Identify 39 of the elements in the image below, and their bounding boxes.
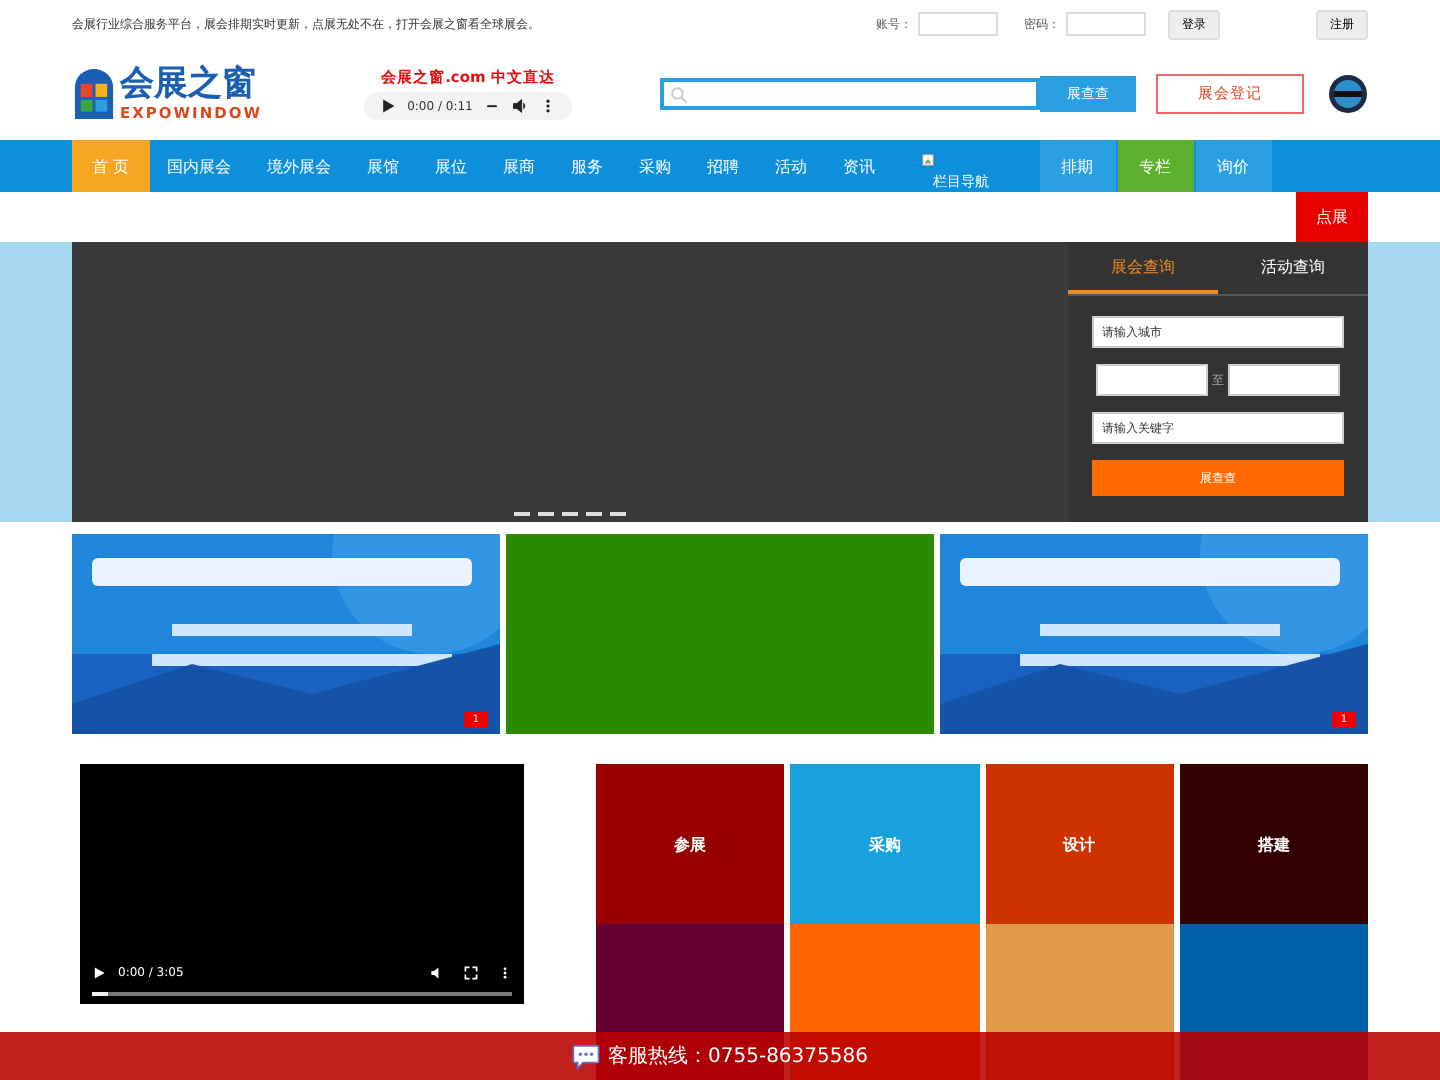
nav-item[interactable]: 活动 (757, 140, 826, 192)
nav-item[interactable]: 境外展会 (249, 140, 350, 192)
broken-image-icon (921, 154, 934, 166)
nav-item[interactable]: 采购 (621, 140, 690, 192)
logo-title: 会展之窗 (120, 66, 258, 104)
nav-item[interactable]: 国内展会 (149, 140, 250, 192)
search-field[interactable] (660, 78, 1040, 110)
volume-icon[interactable] (430, 966, 444, 980)
account-field[interactable] (918, 12, 998, 36)
search-tab[interactable]: 展会查询 (1068, 242, 1218, 294)
nav-item[interactable]: 首 页 (72, 140, 150, 192)
category-tile[interactable]: 搭建 (1179, 764, 1368, 924)
start-date-field[interactable] (1096, 364, 1208, 396)
password-field[interactable] (1066, 12, 1146, 36)
more-icon[interactable] (498, 966, 512, 980)
hotline-text: 客服热线：0755-86375586 (608, 1043, 868, 1070)
fullscreen-icon[interactable] (464, 966, 478, 980)
chat-icon (572, 1043, 601, 1069)
end-date-field[interactable] (1228, 364, 1340, 396)
search-icon (670, 85, 688, 103)
play-icon[interactable] (92, 966, 106, 980)
nav-item[interactable]: 招聘 (689, 140, 758, 192)
nav-item[interactable]: 展位 (417, 140, 486, 192)
nav-item[interactable]: 询价 (1195, 140, 1272, 192)
search-tab[interactable]: 活动查询 (1218, 242, 1368, 294)
nav-item[interactable]: 展馆 (349, 140, 418, 192)
nav-item[interactable]: 点展 (1296, 192, 1368, 242)
category-tile[interactable]: 设计 (985, 764, 1174, 924)
nav-item[interactable]: 服务 (553, 140, 622, 192)
window-logo-icon (72, 68, 116, 120)
nav-item[interactable]: 资讯 (825, 140, 894, 192)
nav-item[interactable]: 专栏 (1117, 140, 1194, 192)
globe-badge-icon (1328, 74, 1368, 114)
category-tile[interactable]: 参展 (596, 764, 785, 924)
volume-icon[interactable] (512, 98, 529, 114)
category-tile[interactable]: 采购 (790, 764, 979, 924)
play-icon[interactable] (379, 98, 396, 114)
nav-item[interactable]: 展商 (485, 140, 554, 192)
nav-item[interactable]: 排期 (1039, 140, 1116, 192)
